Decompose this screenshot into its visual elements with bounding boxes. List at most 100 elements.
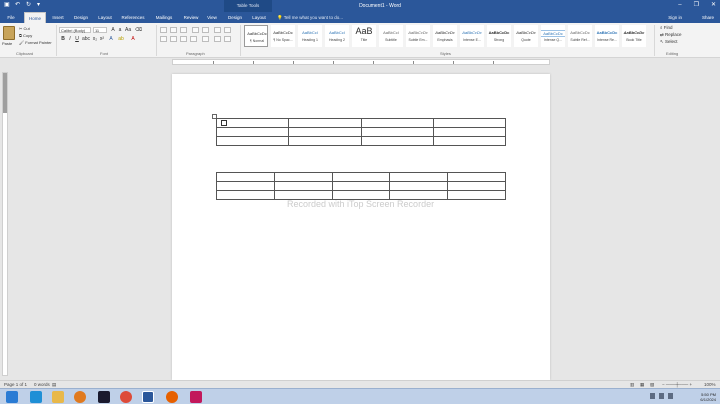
style-subtle-reference[interactable]: AaBbCcDc Subtle Ref... (568, 25, 592, 47)
line-spacing-icon[interactable] (202, 36, 209, 42)
style-subtitle[interactable]: AaBbCcI Subtitle (379, 25, 403, 47)
find-button[interactable]: ⌕ Find (660, 25, 673, 30)
sign-in-link[interactable]: Sign in (668, 12, 682, 23)
document-page[interactable]: Recorded with iTop Screen Recorder (172, 74, 550, 380)
style-subtle-emphasis[interactable]: AaBbCcDc Subtle Em... (406, 25, 430, 47)
close-button[interactable]: ✕ (711, 2, 716, 9)
show-marks-icon[interactable] (224, 27, 231, 33)
strikethrough-icon[interactable]: abc (82, 36, 90, 42)
word-icon[interactable] (142, 391, 154, 403)
style-intense-reference[interactable]: AaBbCcDc Intense Re... (595, 25, 619, 47)
align-center-icon[interactable] (170, 36, 177, 42)
explorer-icon[interactable] (52, 391, 64, 403)
media-player-icon[interactable] (74, 391, 86, 403)
format-painter-button[interactable]: 🖌 Format Painter (19, 40, 52, 45)
tab-design[interactable]: Design (70, 12, 92, 23)
share-button[interactable]: Share (702, 12, 714, 23)
grow-font-icon[interactable]: A (110, 27, 116, 33)
clock[interactable]: 5:50 PM 6/1/2024 (700, 392, 716, 402)
table-cell[interactable] (432, 136, 507, 146)
style-intense-quote[interactable]: AaBbCcDc Intense Q... (541, 25, 565, 47)
highlight-icon[interactable]: ab (118, 36, 124, 42)
paste-icon[interactable] (3, 26, 15, 40)
chrome-icon[interactable] (120, 391, 132, 403)
table-cell[interactable] (215, 127, 290, 137)
bullets-icon[interactable] (160, 27, 167, 33)
text-effects-icon[interactable]: A (108, 36, 114, 42)
table-cell[interactable] (389, 181, 449, 191)
table-2[interactable] (216, 172, 506, 200)
replace-button[interactable]: ⇄ Replace (660, 32, 682, 38)
paste-button-label[interactable]: Paste (2, 41, 12, 46)
align-right-icon[interactable] (180, 36, 187, 42)
justify-icon[interactable] (190, 36, 197, 42)
style-book-title[interactable]: AaBbCcDc Book Title (622, 25, 646, 47)
align-left-icon[interactable] (160, 36, 167, 42)
table-cell[interactable] (288, 127, 362, 137)
style-title[interactable]: AaB Title (352, 25, 376, 47)
tab-view[interactable]: View (203, 12, 221, 23)
font-color-icon[interactable]: A (130, 36, 136, 42)
zoom-slider[interactable]: − ───┼─── + (662, 382, 692, 387)
table-cell[interactable] (288, 118, 362, 128)
restore-button[interactable]: ❐ (694, 2, 699, 9)
table-cell[interactable] (389, 172, 449, 182)
table-cell[interactable] (360, 118, 434, 128)
redo-icon[interactable]: ↻ (26, 2, 32, 8)
tab-layout[interactable]: Layout (94, 12, 116, 23)
cut-button[interactable]: ✂ Cut (19, 26, 30, 31)
table-cell[interactable] (432, 127, 507, 137)
vertical-ruler[interactable] (2, 72, 8, 376)
tab-review[interactable]: Review (180, 12, 202, 23)
numbering-icon[interactable] (170, 27, 177, 33)
undo-icon[interactable]: ↶ (15, 2, 21, 8)
tab-table-layout[interactable]: Layout (248, 12, 270, 23)
borders-icon[interactable] (224, 36, 231, 42)
font-size-select[interactable]: 11 (93, 27, 107, 33)
table-cell[interactable] (447, 172, 506, 182)
subscript-icon[interactable]: x₂ (92, 36, 98, 42)
tell-me-search[interactable]: 💡 Tell me what you want to do... (277, 12, 343, 23)
network-icon[interactable] (659, 393, 664, 399)
select-button[interactable]: ↖ Select (660, 39, 678, 45)
bold-icon[interactable]: B (60, 36, 66, 42)
minimize-button[interactable]: – (678, 2, 681, 9)
table-cell[interactable] (273, 181, 333, 191)
increase-indent-icon[interactable] (202, 27, 209, 33)
table-cell[interactable] (288, 136, 362, 146)
word-count[interactable]: 0 words (34, 382, 50, 387)
font-family-select[interactable]: Calibri (Body) (59, 27, 91, 33)
table-cell[interactable] (215, 136, 290, 146)
table-cell[interactable] (216, 181, 275, 191)
table-cell[interactable] (360, 136, 434, 146)
style-no-spacing[interactable]: AaBbCcDc ¶ No Spac... (271, 25, 295, 47)
volume-icon[interactable] (668, 393, 673, 399)
tab-table-design[interactable]: Design (224, 12, 246, 23)
table-cell[interactable] (360, 127, 434, 137)
superscript-icon[interactable]: x² (99, 36, 105, 42)
ie-icon[interactable] (30, 391, 42, 403)
copy-button[interactable]: ⧉ Copy (19, 33, 32, 38)
table-cell[interactable] (273, 172, 333, 182)
sort-icon[interactable] (214, 27, 221, 33)
multilevel-list-icon[interactable] (180, 27, 187, 33)
zoom-level[interactable]: 100% (704, 382, 716, 387)
table-cell[interactable] (215, 118, 290, 128)
table-cell[interactable] (447, 190, 506, 200)
style-heading-1[interactable]: AaBbCcI Heading 1 (298, 25, 322, 47)
style-quote[interactable]: AaBbCcDc Quote (514, 25, 538, 47)
table-cell[interactable] (447, 181, 506, 191)
shading-icon[interactable] (214, 36, 221, 42)
style-strong[interactable]: AaBbCcDc Strong (487, 25, 511, 47)
firefox-icon[interactable] (166, 391, 178, 403)
decrease-indent-icon[interactable] (192, 27, 199, 33)
tab-file[interactable]: File (2, 12, 20, 23)
clear-format-icon[interactable]: ⌫ (135, 27, 142, 33)
change-case-icon[interactable]: Aa (125, 27, 131, 33)
table-cell[interactable] (216, 190, 275, 200)
shrink-font-icon[interactable]: a (117, 27, 123, 33)
page-count[interactable]: Page 1 of 1 (4, 382, 27, 387)
italic-icon[interactable]: I (67, 36, 73, 42)
save-icon[interactable]: ▣ (4, 2, 10, 8)
table-cell[interactable] (331, 181, 391, 191)
